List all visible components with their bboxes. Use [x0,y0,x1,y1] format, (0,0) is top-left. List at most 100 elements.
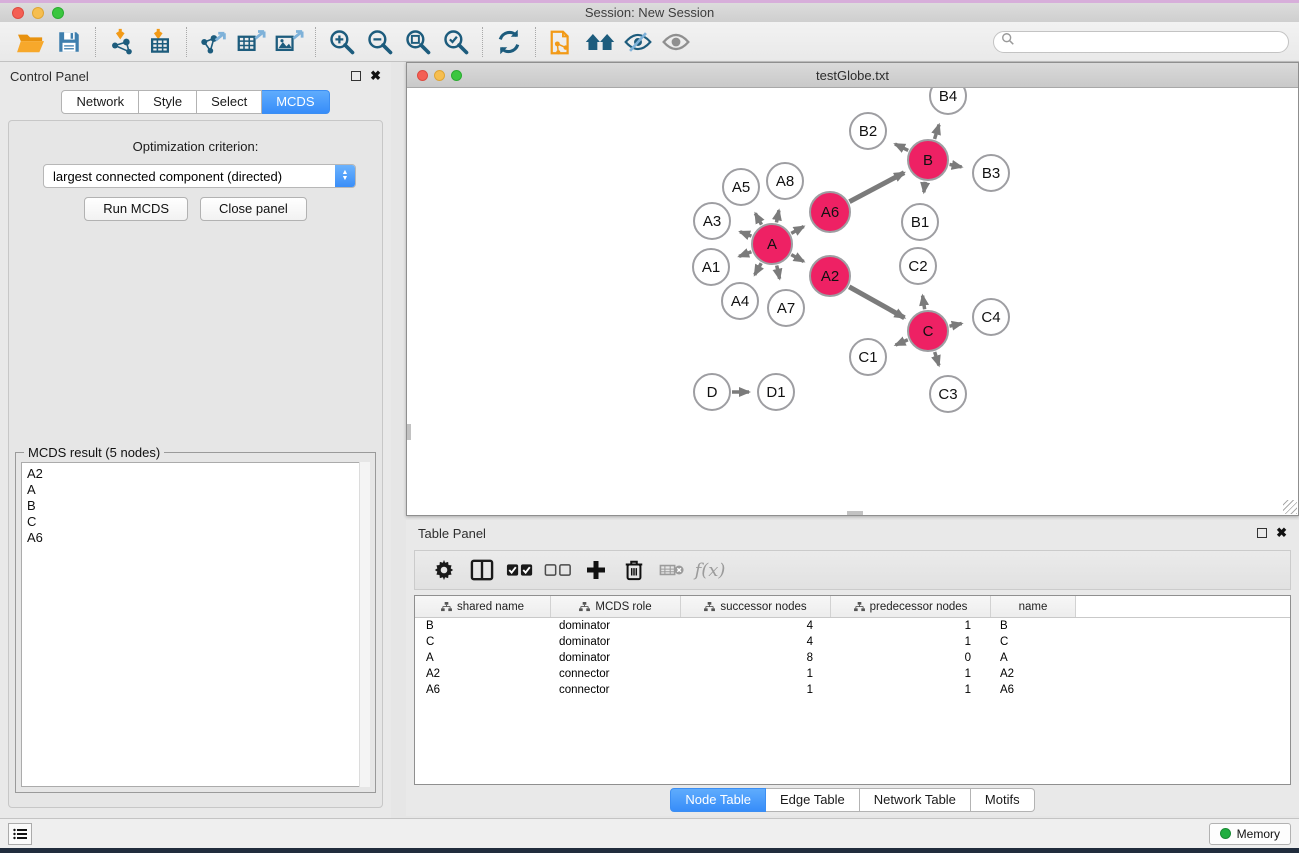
table-cell[interactable]: B [991,620,1076,632]
tab-mcds[interactable]: MCDS [262,90,329,114]
table-cell[interactable]: 8 [681,652,831,664]
close-panel-icon[interactable]: ✖ [370,71,381,81]
tab-motifs[interactable]: Motifs [971,788,1035,812]
graph-node-A7[interactable]: A7 [768,290,804,326]
network-window-titlebar[interactable]: testGlobe.txt [407,63,1298,88]
delete-table-icon[interactable] [655,555,689,585]
table-cell[interactable]: 1 [681,668,831,680]
export-network-icon[interactable] [194,26,232,58]
mcds-result-item[interactable]: A6 [27,530,369,546]
task-history-button[interactable] [8,823,32,845]
mcds-result-list[interactable]: A2ABCA6 [21,462,370,787]
tab-node-table[interactable]: Node Table [670,788,766,812]
graph-node-A3[interactable]: A3 [694,203,730,239]
tab-style[interactable]: Style [139,90,197,114]
graph-edge-A6-B[interactable] [849,173,904,202]
import-table-icon[interactable] [141,26,179,58]
save-session-icon[interactable] [50,26,88,58]
graph-edge-A-A4[interactable] [755,263,762,275]
table-cell[interactable]: A2 [415,668,551,680]
graph-node-A1[interactable]: A1 [693,249,729,285]
table-cell[interactable]: B [415,620,551,632]
graph-node-B[interactable]: B [908,140,948,180]
table-cell[interactable]: C [991,636,1076,648]
table-cell[interactable]: 1 [831,684,991,696]
float-panel-icon[interactable] [351,71,361,81]
mcds-result-item[interactable]: A2 [27,466,369,482]
column-header-successor-nodes[interactable]: successor nodes [681,596,831,617]
table-row[interactable]: Cdominator41C [415,634,1290,650]
table-row[interactable]: A2connector11A2 [415,666,1290,682]
close-panel-icon[interactable]: ✖ [1276,528,1287,538]
graph-edge-A-A1[interactable] [739,252,751,257]
table-row[interactable]: Bdominator41B [415,618,1290,634]
run-mcds-button[interactable]: Run MCDS [84,197,188,221]
gear-icon[interactable] [427,555,461,585]
table-cell[interactable]: A [415,652,551,664]
table-row[interactable]: Adominator80A [415,650,1290,666]
table-cell[interactable]: 1 [831,668,991,680]
graph-edge-C-C4[interactable] [949,324,961,327]
graph-node-D[interactable]: D [694,374,730,410]
export-image-icon[interactable] [270,26,308,58]
column-header-predecessor-nodes[interactable]: predecessor nodes [831,596,991,617]
zoom-in-icon[interactable] [323,26,361,58]
graph-node-B4[interactable]: B4 [930,88,966,114]
graph-edge-B-B2[interactable] [895,144,908,150]
function-builder-icon[interactable]: f(x) [693,555,727,585]
hide-selected-icon[interactable] [619,26,657,58]
mcds-list-scrollbar[interactable] [359,462,370,787]
search-input[interactable] [993,31,1289,53]
graph-node-C1[interactable]: C1 [850,339,886,375]
tab-network[interactable]: Network [61,90,139,114]
graph-node-B3[interactable]: B3 [973,155,1009,191]
graph-node-C2[interactable]: C2 [900,248,936,284]
mcds-result-item[interactable]: A [27,482,369,498]
graph-node-C[interactable]: C [908,311,948,351]
memory-button[interactable]: Memory [1209,823,1291,845]
graph-edge-C-C3[interactable] [935,352,939,365]
graph-node-C4[interactable]: C4 [973,299,1009,335]
float-panel-icon[interactable] [1257,528,1267,538]
search-text-field[interactable] [1015,33,1288,51]
table-cell[interactable]: A6 [991,684,1076,696]
graph-edge-A-A8[interactable] [776,210,778,222]
import-network-icon[interactable] [103,26,141,58]
mcds-result-item[interactable]: C [27,514,369,530]
column-header-name[interactable]: name [991,596,1076,617]
show-all-icon[interactable] [657,26,695,58]
resize-grip-icon[interactable] [1283,500,1297,514]
table-cell[interactable]: dominator [551,620,681,632]
table-cell[interactable]: 1 [681,684,831,696]
export-table-icon[interactable] [232,26,270,58]
table-cell[interactable]: connector [551,668,681,680]
graph-edge-C-C2[interactable] [923,296,925,310]
graph-node-A[interactable]: A [752,224,792,264]
graph-node-B2[interactable]: B2 [850,113,886,149]
select-all-icon[interactable] [503,555,537,585]
table-cell[interactable]: 0 [831,652,991,664]
node-table[interactable]: shared nameMCDS rolesuccessor nodesprede… [414,595,1291,785]
table-cell[interactable]: dominator [551,652,681,664]
table-row[interactable]: A6connector11A6 [415,682,1290,698]
graph-edge-B-B1[interactable] [924,182,925,192]
table-cell[interactable]: 1 [831,636,991,648]
table-cell[interactable]: 4 [681,636,831,648]
graph-node-A8[interactable]: A8 [767,163,803,199]
graph-node-D1[interactable]: D1 [758,374,794,410]
table-cell[interactable]: 4 [681,620,831,632]
new-network-icon[interactable] [543,26,581,58]
column-header-MCDS-role[interactable]: MCDS role [551,596,681,617]
graph-edge-A2-C[interactable] [849,287,904,318]
add-icon[interactable] [579,555,613,585]
deselect-all-icon[interactable] [541,555,575,585]
graph-node-A2[interactable]: A2 [810,256,850,296]
graph-edge-A-A6[interactable] [791,226,803,233]
graph-node-A6[interactable]: A6 [810,192,850,232]
table-cell[interactable]: 1 [831,620,991,632]
graph-edge-B-B4[interactable] [935,125,939,139]
graph-edge-A-A7[interactable] [777,265,780,278]
first-neighbors-icon[interactable] [581,26,619,58]
tab-network-table[interactable]: Network Table [860,788,971,812]
table-cell[interactable]: A [991,652,1076,664]
